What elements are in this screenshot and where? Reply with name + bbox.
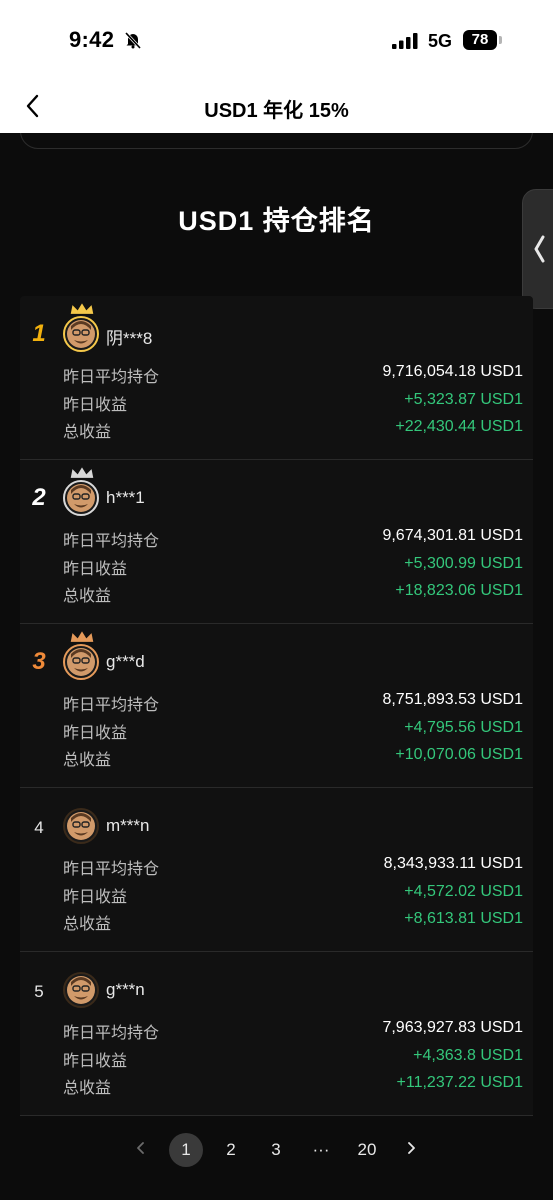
yesterday-profit-value: +4,572.02 USD1 xyxy=(404,883,523,900)
yesterday-profit-line: 昨日收益 +4,795.56 USD1 xyxy=(63,719,523,742)
side-drawer-tab[interactable] xyxy=(522,189,553,309)
rank-number: 4 xyxy=(34,818,44,837)
avg-holding-value: 8,343,933.11 USD1 xyxy=(383,855,523,872)
yesterday-profit-label: 昨日收益 xyxy=(63,397,128,414)
signal-icon xyxy=(392,33,418,49)
page-20[interactable]: 20 xyxy=(349,1133,385,1167)
avg-holding-value: 7,963,927.83 USD1 xyxy=(382,1019,523,1036)
total-profit-line: 总收益 +11,237.22 USD1 xyxy=(63,1074,523,1097)
username: m***n xyxy=(106,816,150,835)
total-profit-value: +11,237.22 USD1 xyxy=(396,1074,523,1091)
prev-page-icon[interactable] xyxy=(132,1139,150,1157)
total-profit-value: +8,613.81 USD1 xyxy=(404,910,523,927)
avg-holding-line: 昨日平均持仓 8,343,933.11 USD1 xyxy=(63,855,523,878)
yesterday-profit-value: +4,795.56 USD1 xyxy=(404,719,523,736)
total-profit-label: 总收益 xyxy=(63,752,112,769)
total-profit-label: 总收益 xyxy=(63,916,112,933)
yesterday-profit-value: +4,363.8 USD1 xyxy=(413,1047,523,1064)
ranking-list: 1 阴***8 昨日平均持仓 9,716,054.18 USD1 昨日收益 +5… xyxy=(20,296,533,1116)
rank-number: 2 xyxy=(32,484,46,511)
yesterday-profit-line: 昨日收益 +4,572.02 USD1 xyxy=(63,883,523,906)
avg-holding-line: 昨日平均持仓 7,963,927.83 USD1 xyxy=(63,1019,523,1042)
page-1[interactable]: 1 xyxy=(169,1133,203,1167)
silver-crown-icon xyxy=(70,467,94,478)
gold-crown-icon xyxy=(70,303,94,314)
rank-number: 3 xyxy=(32,648,46,675)
yesterday-profit-label: 昨日收益 xyxy=(63,1053,128,1070)
avatar[interactable] xyxy=(63,972,99,1008)
total-profit-line: 总收益 +8,613.81 USD1 xyxy=(63,910,523,933)
total-profit-value: +22,430.44 USD1 xyxy=(395,418,523,435)
total-profit-line: 总收益 +18,823.06 USD1 xyxy=(63,582,523,605)
battery-tip xyxy=(499,36,502,44)
rank-number: 5 xyxy=(34,982,44,1001)
avg-holding-label: 昨日平均持仓 xyxy=(63,533,160,550)
ranking-row: 5 g***n 昨日平均持仓 7,963,927.83 USD1 昨日收益 +4… xyxy=(20,952,533,1116)
avg-holding-line: 昨日平均持仓 9,716,054.18 USD1 xyxy=(63,363,523,386)
avg-holding-label: 昨日平均持仓 xyxy=(63,369,160,386)
previous-card xyxy=(20,133,533,149)
avatar[interactable] xyxy=(63,316,99,352)
rank-number: 1 xyxy=(32,320,46,347)
avg-holding-label: 昨日平均持仓 xyxy=(63,861,160,878)
username: g***d xyxy=(106,652,145,671)
yesterday-profit-label: 昨日收益 xyxy=(63,561,128,578)
avg-holding-label: 昨日平均持仓 xyxy=(63,1025,160,1042)
status-bar: 9:42 5G 78 xyxy=(0,0,553,80)
total-profit-label: 总收益 xyxy=(63,424,112,441)
username: 阴***8 xyxy=(106,329,153,348)
ranking-row: 2 h***1 昨日平均持仓 9,674,301.81 USD1 昨日收益 +5… xyxy=(20,460,533,624)
next-page-icon[interactable] xyxy=(402,1139,420,1157)
total-profit-value: +18,823.06 USD1 xyxy=(395,582,523,599)
avg-holding-line: 昨日平均持仓 9,674,301.81 USD1 xyxy=(63,527,523,550)
bronze-crown-icon xyxy=(70,631,94,642)
yesterday-profit-line: 昨日收益 +5,300.99 USD1 xyxy=(63,555,523,578)
page-ellipsis[interactable]: ··· xyxy=(304,1133,338,1167)
status-time: 9:42 xyxy=(69,27,115,52)
yesterday-profit-line: 昨日收益 +4,363.8 USD1 xyxy=(63,1047,523,1070)
chevron-left-icon xyxy=(534,235,545,263)
yesterday-profit-line: 昨日收益 +5,323.87 USD1 xyxy=(63,391,523,414)
avg-holding-value: 9,716,054.18 USD1 xyxy=(382,363,523,380)
username: g***n xyxy=(106,980,145,999)
avg-holding-label: 昨日平均持仓 xyxy=(63,697,160,714)
avatar[interactable] xyxy=(63,480,99,516)
page-title: USD1 年化 15% xyxy=(204,100,349,122)
content-area: USD1 持仓排名 1 阴***8 昨日平均持仓 9,716,054.18 US… xyxy=(0,133,553,1200)
network-type: 5G xyxy=(428,31,453,51)
total-profit-line: 总收益 +10,070.06 USD1 xyxy=(63,746,523,769)
section-title: USD1 持仓排名 xyxy=(178,206,375,236)
ranking-row: 3 g***d 昨日平均持仓 8,751,893.53 USD1 昨日收益 +4… xyxy=(20,624,533,788)
nav-bar: USD1 年化 15% xyxy=(0,80,553,133)
page-3[interactable]: 3 xyxy=(259,1133,293,1167)
page-2[interactable]: 2 xyxy=(214,1133,248,1167)
total-profit-value: +10,070.06 USD1 xyxy=(395,746,523,763)
yesterday-profit-label: 昨日收益 xyxy=(63,725,128,742)
yesterday-profit-value: +5,323.87 USD1 xyxy=(404,391,523,408)
avg-holding-value: 9,674,301.81 USD1 xyxy=(382,527,523,544)
avatar[interactable] xyxy=(63,808,99,844)
avg-holding-value: 8,751,893.53 USD1 xyxy=(382,691,523,708)
total-profit-label: 总收益 xyxy=(63,588,112,605)
silent-bell-icon xyxy=(124,31,142,49)
pagination: 1 2 3 ··· 20 xyxy=(0,1131,553,1171)
yesterday-profit-value: +5,300.99 USD1 xyxy=(404,555,523,572)
ranking-row: 4 m***n 昨日平均持仓 8,343,933.11 USD1 昨日收益 +4… xyxy=(20,788,533,952)
username: h***1 xyxy=(106,488,145,507)
total-profit-line: 总收益 +22,430.44 USD1 xyxy=(63,418,523,441)
total-profit-label: 总收益 xyxy=(63,1080,112,1097)
avatar[interactable] xyxy=(63,644,99,680)
yesterday-profit-label: 昨日收益 xyxy=(63,889,128,906)
avg-holding-line: 昨日平均持仓 8,751,893.53 USD1 xyxy=(63,691,523,714)
ranking-row: 1 阴***8 昨日平均持仓 9,716,054.18 USD1 昨日收益 +5… xyxy=(20,296,533,460)
battery-icon: 78 xyxy=(463,30,497,50)
